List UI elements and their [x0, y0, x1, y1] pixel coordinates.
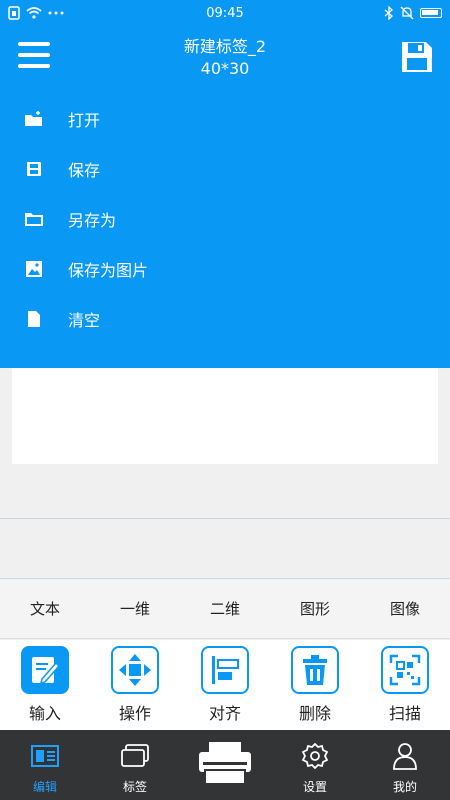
header-panel: 09:45 新建标签_2 40*30 打开 保存 另存为 保存为图片 清空 — [0, 0, 450, 368]
menu-item-save-image[interactable]: 保存为图片 — [0, 244, 450, 294]
save-button[interactable] — [400, 40, 434, 74]
menu-item-open[interactable]: 打开 — [0, 94, 450, 144]
menu-item-label: 另存为 — [68, 211, 117, 230]
label-title: 新建标签_2 — [183, 37, 267, 56]
tool-bar: 输入 操作 对齐 删除 扫描 — [0, 640, 450, 730]
status-time: 09:45 — [206, 5, 244, 21]
tab-qrcode[interactable]: 二维 — [180, 579, 270, 638]
nav-edit[interactable]: 编辑 — [0, 730, 90, 800]
status-bar: 09:45 — [0, 0, 450, 26]
clear-document-icon — [24, 309, 44, 329]
scan-qr-icon — [381, 646, 429, 694]
labels-icon — [120, 740, 150, 772]
dropdown-menu: 打开 保存 另存为 保存为图片 清空 — [0, 94, 450, 344]
tab-image[interactable]: 图像 — [360, 579, 450, 638]
image-icon — [24, 259, 44, 279]
tool-label: 对齐 — [208, 704, 241, 723]
floppy-icon — [402, 42, 432, 72]
menu-toggle-button[interactable] — [18, 42, 50, 70]
divider — [0, 518, 450, 519]
operate-tool-button[interactable]: 操作 — [90, 640, 180, 730]
open-folder-icon — [24, 109, 44, 129]
move-arrows-icon — [111, 646, 159, 694]
settings-gear-icon — [301, 740, 329, 772]
battery-icon — [420, 8, 442, 18]
tab-shape[interactable]: 图形 — [270, 579, 360, 638]
menu-item-label: 打开 — [68, 111, 101, 130]
nav-label: 我的 — [392, 780, 417, 794]
save-icon — [24, 159, 44, 179]
label-canvas[interactable] — [12, 368, 438, 464]
tab-text[interactable]: 文本 — [0, 579, 90, 638]
element-type-tabs: 文本 一维 二维 图形 图像 — [0, 579, 450, 639]
tool-label: 输入 — [28, 704, 61, 723]
nav-label: 编辑 — [32, 780, 57, 794]
menu-item-clear[interactable]: 清空 — [0, 294, 450, 344]
menu-item-save[interactable]: 保存 — [0, 144, 450, 194]
nav-label: 标签 — [122, 780, 147, 794]
tool-label: 删除 — [298, 704, 331, 723]
edit-label-icon — [31, 740, 59, 772]
menu-item-label: 保存为图片 — [68, 261, 149, 280]
printer-icon — [199, 742, 251, 785]
nav-profile[interactable]: 我的 — [360, 730, 450, 800]
menu-item-save-as[interactable]: 另存为 — [0, 194, 450, 244]
tab-barcode[interactable]: 一维 — [90, 579, 180, 638]
menu-item-label: 保存 — [68, 161, 101, 180]
trash-icon — [291, 646, 339, 694]
tool-label: 扫描 — [388, 704, 421, 723]
align-tool-button[interactable]: 对齐 — [180, 640, 270, 730]
scan-tool-button[interactable]: 扫描 — [360, 640, 450, 730]
nav-labels[interactable]: 标签 — [90, 730, 180, 800]
print-button[interactable] — [197, 740, 253, 786]
tool-label: 操作 — [118, 704, 151, 723]
delete-tool-button[interactable]: 删除 — [270, 640, 360, 730]
nav-settings[interactable]: 设置 — [270, 730, 360, 800]
menu-item-label: 清空 — [68, 311, 101, 330]
nav-label: 设置 — [302, 780, 327, 794]
input-tool-button[interactable]: 输入 — [0, 640, 90, 730]
edit-icon — [21, 646, 69, 694]
label-size: 40*30 — [200, 59, 250, 78]
save-as-icon — [24, 209, 44, 229]
align-icon — [201, 646, 249, 694]
page-title: 新建标签_2 40*30 — [0, 36, 450, 80]
user-icon — [392, 740, 418, 772]
